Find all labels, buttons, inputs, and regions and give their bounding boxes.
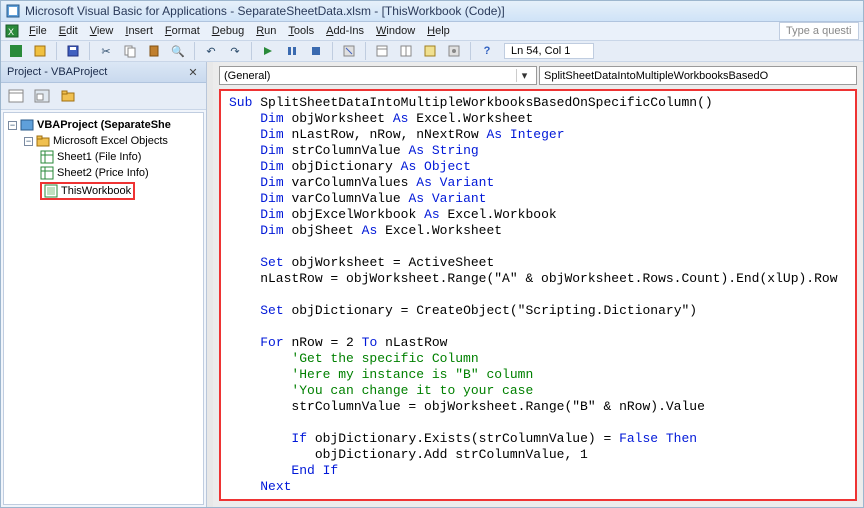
- properties-button[interactable]: [395, 41, 417, 61]
- insert-dropdown[interactable]: [29, 41, 51, 61]
- find-button[interactable]: 🔍: [167, 41, 189, 61]
- procedure-dropdown[interactable]: SplitSheetDataIntoMultipleWorkbooksBased…: [539, 66, 857, 85]
- menu-edit[interactable]: Edit: [53, 23, 84, 39]
- redo-button[interactable]: ↷: [224, 41, 246, 61]
- view-code-button[interactable]: [5, 86, 27, 106]
- menu-insert[interactable]: Insert: [119, 23, 159, 39]
- object-browser-button[interactable]: [419, 41, 441, 61]
- toolbox-button[interactable]: [443, 41, 465, 61]
- tree-folder[interactable]: − Microsoft Excel Objects: [22, 133, 201, 149]
- view-excel-button[interactable]: [5, 41, 27, 61]
- project-tree[interactable]: − VBAProject (SeparateShe − Microsoft Ex…: [3, 112, 204, 505]
- code-dropdown-row: (General) ▾ SplitSheetDataIntoMultipleWo…: [213, 62, 863, 89]
- toggle-folders-button[interactable]: [57, 86, 79, 106]
- tree-root-label: VBAProject (SeparateShe: [37, 119, 171, 131]
- help-search-box[interactable]: Type a questi: [779, 22, 859, 40]
- separator: [89, 42, 90, 60]
- run-button[interactable]: [257, 41, 279, 61]
- workbook-icon: [44, 184, 58, 198]
- menu-format[interactable]: Format: [159, 23, 206, 39]
- menubar: X FileEditViewInsertFormatDebugRunToolsA…: [1, 22, 863, 41]
- project-panel-header: Project - VBAProject ✕: [1, 62, 206, 83]
- separator: [194, 42, 195, 60]
- window-title: Microsoft Visual Basic for Applications …: [25, 4, 505, 18]
- cut-button[interactable]: ✂: [95, 41, 117, 61]
- code-text[interactable]: Sub SplitSheetDataIntoMultipleWorkbooksB…: [229, 95, 847, 495]
- standard-toolbar: ✂ 🔍 ↶ ↷ ? Ln 54, Col 1: [1, 41, 863, 62]
- highlight-annotation: ThisWorkbook: [40, 182, 135, 200]
- object-dropdown-value: (General): [224, 70, 270, 82]
- code-window: (General) ▾ SplitSheetDataIntoMultipleWo…: [213, 62, 863, 507]
- worksheet-icon: [40, 150, 54, 164]
- project-explorer-button[interactable]: [371, 41, 393, 61]
- tree-item-label: Sheet2 (Price Info): [57, 167, 149, 179]
- vba-app-icon: [5, 3, 21, 19]
- tree-item-label: Sheet1 (File Info): [57, 151, 141, 163]
- object-dropdown[interactable]: (General) ▾: [219, 66, 537, 85]
- tree-root[interactable]: − VBAProject (SeparateShe: [6, 117, 201, 133]
- view-object-button[interactable]: [31, 86, 53, 106]
- project-panel-title: Project - VBAProject: [7, 66, 107, 78]
- separator: [365, 42, 366, 60]
- collapse-icon[interactable]: −: [24, 137, 33, 146]
- save-button[interactable]: [62, 41, 84, 61]
- separator: [470, 42, 471, 60]
- project-explorer-panel: Project - VBAProject ✕ − VBAProject (Sep…: [1, 62, 207, 507]
- chevron-down-icon: ▾: [516, 69, 532, 82]
- menu-file[interactable]: File: [23, 23, 53, 39]
- design-mode-button[interactable]: [338, 41, 360, 61]
- collapse-icon[interactable]: −: [8, 121, 17, 130]
- menu-debug[interactable]: Debug: [206, 23, 250, 39]
- project-icon: [20, 118, 34, 132]
- break-button[interactable]: [281, 41, 303, 61]
- vba-ide-window: Microsoft Visual Basic for Applications …: [0, 0, 864, 508]
- workspace: Project - VBAProject ✕ − VBAProject (Sep…: [1, 62, 863, 507]
- reset-button[interactable]: [305, 41, 327, 61]
- procedure-dropdown-value: SplitSheetDataIntoMultipleWorkbooksBased…: [544, 70, 768, 82]
- tree-item-sheet1[interactable]: Sheet1 (File Info): [38, 149, 201, 165]
- cursor-position-status: Ln 54, Col 1: [504, 43, 594, 59]
- paste-button[interactable]: [143, 41, 165, 61]
- menu-tools[interactable]: Tools: [282, 23, 320, 39]
- code-editor[interactable]: Sub SplitSheetDataIntoMultipleWorkbooksB…: [219, 89, 857, 501]
- close-panel-button[interactable]: ✕: [186, 65, 200, 79]
- menu-add-ins[interactable]: Add-Ins: [320, 23, 370, 39]
- menu-run[interactable]: Run: [250, 23, 282, 39]
- folder-icon: [36, 134, 50, 148]
- titlebar: Microsoft Visual Basic for Applications …: [1, 1, 863, 22]
- copy-button[interactable]: [119, 41, 141, 61]
- svg-text:X: X: [8, 27, 14, 37]
- worksheet-icon: [40, 166, 54, 180]
- tree-item-label: ThisWorkbook: [61, 185, 131, 197]
- tree-item-thisworkbook[interactable]: ThisWorkbook: [38, 181, 201, 201]
- tree-folder-label: Microsoft Excel Objects: [53, 135, 168, 147]
- separator: [251, 42, 252, 60]
- project-toolbar: [1, 83, 206, 110]
- separator: [332, 42, 333, 60]
- tree-item-sheet2[interactable]: Sheet2 (Price Info): [38, 165, 201, 181]
- separator: [56, 42, 57, 60]
- menu-window[interactable]: Window: [370, 23, 421, 39]
- menu-view[interactable]: View: [84, 23, 120, 39]
- excel-icon: X: [5, 24, 19, 38]
- help-button[interactable]: ?: [476, 41, 498, 61]
- menu-help[interactable]: Help: [421, 23, 456, 39]
- undo-button[interactable]: ↶: [200, 41, 222, 61]
